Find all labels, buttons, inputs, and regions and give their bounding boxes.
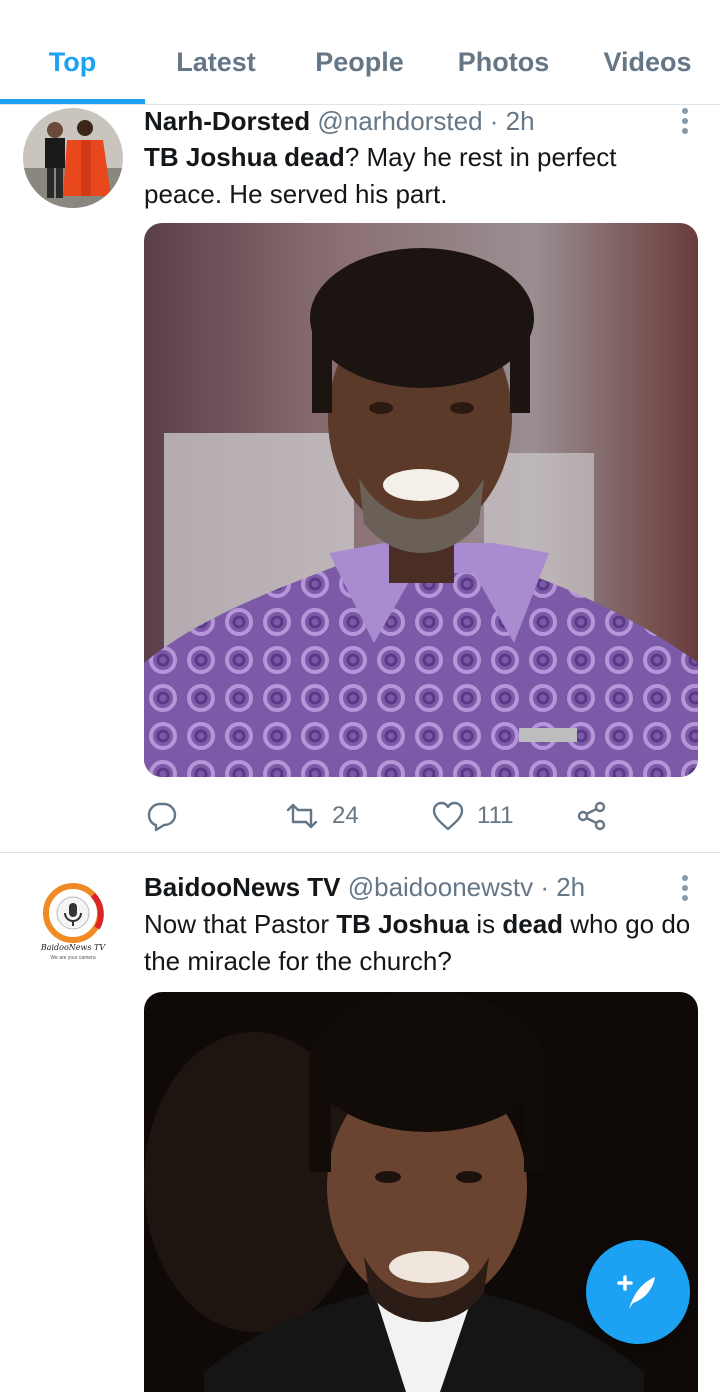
avatar-logo-text: BaidooNews TV [40,943,106,952]
compose-tweet-button[interactable] [586,1240,690,1344]
share-button[interactable] [576,796,608,836]
tweet-header: Narh-Dorsted @narhdorsted · 2h [144,104,535,138]
tab-top[interactable]: Top [0,44,145,80]
tweet-header: BaidooNews TV @baidoonewstv · 2h [144,870,585,904]
user-display-name[interactable]: BaidooNews TV [144,872,340,902]
avatar-tagline: We are your camera [50,955,96,961]
tab-photos[interactable]: Photos [432,44,575,80]
search-tabs: Top Latest People Photos Videos [0,0,720,105]
tweet-text-regular: is [469,909,503,939]
tab-people[interactable]: People [287,44,432,80]
retweet-button[interactable]: 24 [284,796,359,836]
tweet-media[interactable] [144,223,698,777]
avatar[interactable] [23,108,123,208]
avatar[interactable]: BaidooNews TV We are your camera [23,873,123,973]
more-icon[interactable] [682,875,690,905]
tweet[interactable]: Narh-Dorsted @narhdorsted · 2h TB Joshua… [0,104,720,852]
retweet-count: 24 [332,802,359,829]
tab-latest[interactable]: Latest [145,44,287,80]
tweet-text-bold: TB Joshua dead [144,142,345,172]
tweet-time: · 2h [540,872,586,902]
reply-icon [147,802,177,832]
like-icon [432,801,464,831]
like-count: 111 [477,802,514,829]
tweet-text-bold: TB Joshua [336,909,470,939]
tweet-text-bold: dead [502,909,564,939]
tweet-text: Now that Pastor TB Joshua is dead who go… [144,906,694,980]
user-handle[interactable]: @baidoonewstv [348,872,533,902]
share-icon [577,801,606,831]
like-button[interactable]: 111 [431,796,513,836]
compose-tweet-icon [617,1275,655,1309]
more-icon[interactable] [682,108,690,138]
user-handle[interactable]: @narhdorsted [317,106,482,136]
retweet-icon [286,803,318,829]
user-display-name[interactable]: Narh-Dorsted [144,106,310,136]
tweet-time: · 2h [489,106,535,136]
tweet-actions: 24 111 [144,796,704,836]
reply-button[interactable] [146,796,178,836]
tweet-text-regular: Now that Pastor [144,909,337,939]
tweet-text: TB Joshua dead? May he rest in perfect p… [144,139,694,213]
tab-videos[interactable]: Videos [575,44,720,80]
